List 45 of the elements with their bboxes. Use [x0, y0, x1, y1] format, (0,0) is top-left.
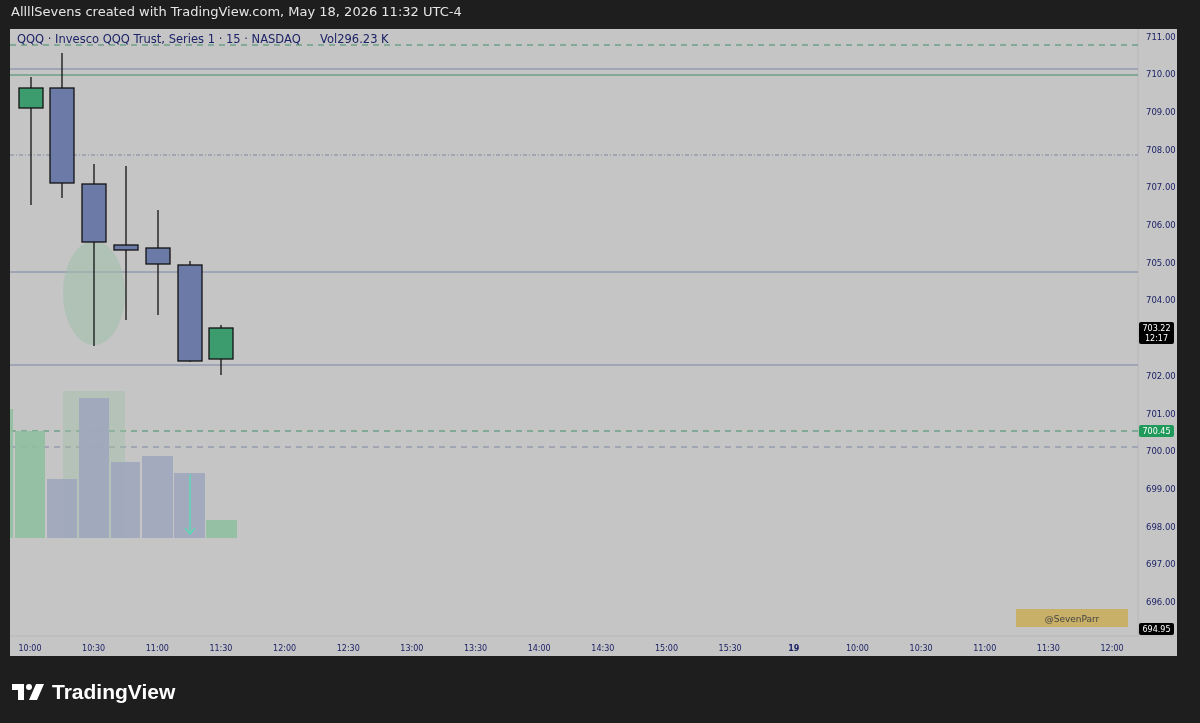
arrow-drawing	[184, 473, 196, 536]
time-label: 12:00	[273, 644, 297, 653]
candle	[208, 324, 234, 376]
price-label: 696.00	[1146, 597, 1176, 607]
price-tag: 694.95	[1139, 623, 1174, 635]
note-label: @SevenParr	[1016, 609, 1128, 627]
header-text: AllllSevens created with TradingView.com, May 18, 2026 11:32 UTC-4	[10, 3, 463, 21]
time-label: 11:30	[1036, 644, 1060, 653]
price-label: 708.00	[1146, 144, 1176, 155]
price-label: 700.00	[1146, 446, 1176, 457]
time-label: 10:00	[845, 644, 869, 653]
time-label: 15:30	[718, 644, 742, 653]
price-label: 710.00	[1146, 69, 1176, 80]
time-label: 14:00	[527, 644, 551, 653]
price-label: 705.00	[1146, 257, 1176, 268]
logo-text: TradingView	[52, 680, 176, 704]
price-tag: 700.45	[1139, 425, 1174, 437]
price-label: 709.00	[1146, 106, 1176, 117]
volume-bar	[47, 479, 77, 538]
price-label: 711.00	[1146, 31, 1176, 42]
time-label: 10:00	[18, 644, 42, 653]
legend-text: QQQ · Invesco QQQ Trust, Series 1 · 15 · NASDAQ	[17, 32, 301, 46]
time-label: 19	[788, 644, 800, 653]
time-label: 11:00	[145, 644, 169, 653]
price-label: 706.00	[1146, 220, 1176, 230]
time-label: 15:00	[654, 644, 679, 653]
price-label: 699.00	[1146, 483, 1176, 494]
price-tag: 703.22 12:17	[1139, 322, 1174, 344]
price-label: 697.00	[1146, 559, 1176, 570]
volume-text: Vol296.23 K	[320, 32, 389, 46]
price-label: 707.00	[1146, 182, 1176, 193]
time-label: 10:30	[909, 644, 933, 653]
price-label: 704.00	[1146, 295, 1176, 306]
time-label: 12:30	[336, 644, 360, 653]
time-label: 13:30	[464, 644, 488, 653]
time-label: 14:30	[591, 644, 615, 653]
time-label: 12:00	[1100, 644, 1124, 653]
time-label: 13:00	[400, 644, 424, 653]
price-label: 701.00	[1146, 408, 1176, 419]
logo-icon	[12, 684, 44, 700]
time-label: 10:30	[82, 644, 106, 653]
price-label: 702.00	[1146, 370, 1176, 381]
time-label: 11:00	[973, 644, 997, 653]
price-label: 698.00	[1146, 521, 1176, 532]
time-label: 11:30	[209, 644, 233, 653]
